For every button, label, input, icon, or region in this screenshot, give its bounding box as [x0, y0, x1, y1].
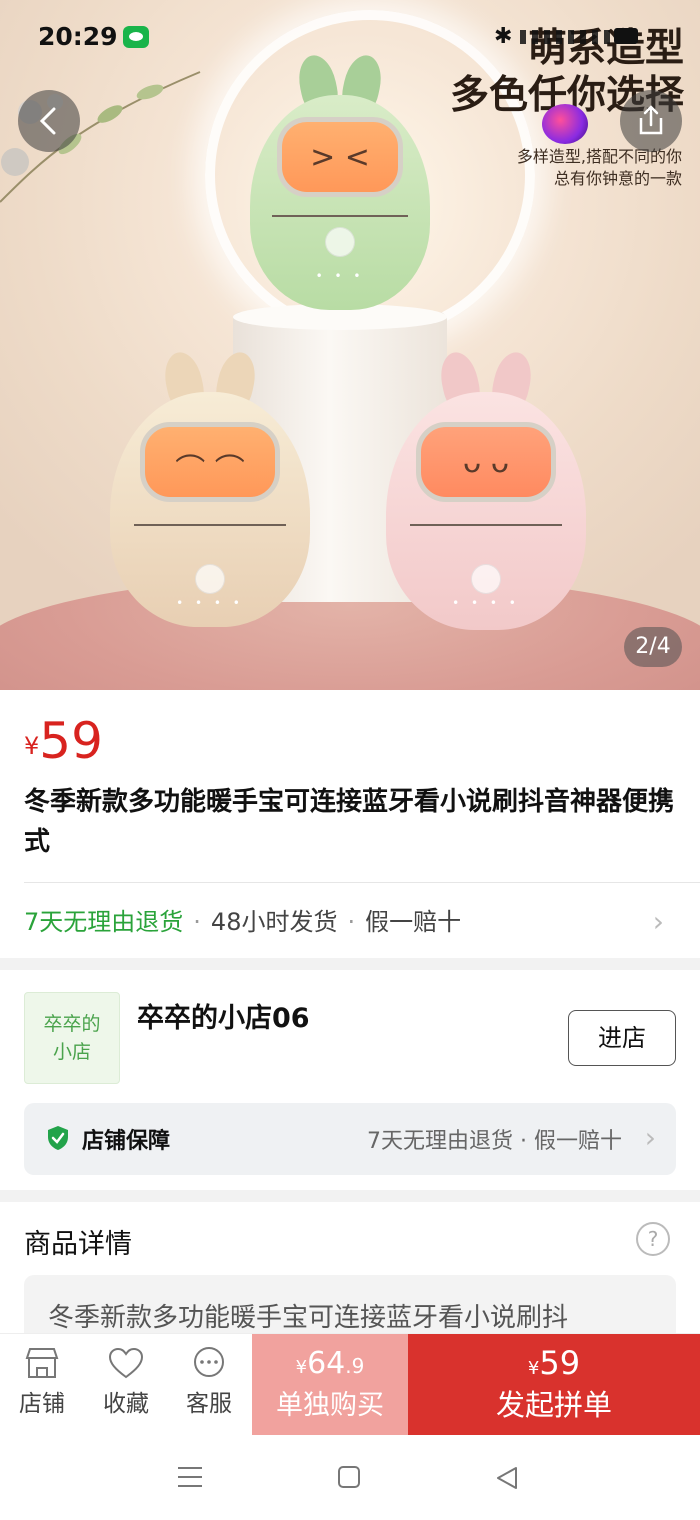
signal-icon: [520, 30, 610, 44]
section-gap: [0, 958, 700, 970]
store-name[interactable]: 卒卒的小店06: [137, 996, 310, 1035]
service-promise-row[interactable]: 7天无理由退货 · 48小时发货 · 假一赔十 ›: [24, 902, 684, 942]
enter-store-button[interactable]: 进店: [568, 1010, 676, 1066]
price-value: 59: [39, 712, 103, 770]
store-logo-line-2: 小店: [52, 1041, 91, 1063]
store-guarantee-row[interactable]: 店铺保障 7天无理由退货 · 假一赔十 ›: [24, 1103, 676, 1175]
section-gap: [0, 1190, 700, 1202]
service-tab-label: 客服: [186, 1391, 232, 1417]
detail-preview-text: 冬季新款多功能暖手宝可连接蓝牙看小说刷抖: [48, 1303, 569, 1333]
shield-check-icon: [48, 1126, 68, 1150]
buy-alone-label: 单独购买: [276, 1390, 384, 1421]
promise-shipping: 48小时发货: [210, 908, 338, 936]
chat-bubble-icon: [194, 1347, 224, 1377]
promise-return: 7天无理由退货: [24, 908, 184, 936]
service-tab-button[interactable]: 客服: [169, 1346, 249, 1418]
group-buy-label: 发起拼单: [495, 1388, 612, 1422]
bottom-action-bar: 店铺 收藏 客服 ¥64.9 单独购买 ¥59 发起拼单: [0, 1333, 700, 1436]
home-square-icon[interactable]: [337, 1465, 361, 1489]
promise-authentic: 假一赔十: [365, 908, 462, 936]
store-logo-line-1: 卒卒的: [43, 1013, 101, 1035]
menu-icon[interactable]: [176, 1465, 204, 1489]
price-currency: ¥: [24, 732, 40, 760]
store-tab-button[interactable]: 店铺: [2, 1346, 82, 1418]
image-page-indicator: 2/4: [624, 627, 682, 667]
system-navigation-bar: [0, 1435, 700, 1520]
help-icon[interactable]: ?: [636, 1222, 670, 1256]
mini-app-icon[interactable]: [542, 104, 588, 144]
back-triangle-icon[interactable]: [494, 1465, 520, 1491]
chevron-left-icon: [39, 107, 56, 135]
store-tab-label: 店铺: [19, 1391, 65, 1417]
hand-warmer-beige: ⌒ ⌒ • • • •: [110, 348, 310, 627]
chevron-right-icon: ›: [644, 1121, 656, 1154]
status-bar: 20:29 ✱: [0, 0, 700, 72]
favorite-tab-button[interactable]: 收藏: [86, 1346, 166, 1418]
guarantee-text: 7天无理由退货 · 假一赔十: [367, 1129, 622, 1154]
buy-alone-button[interactable]: ¥64.9 单独购买: [252, 1334, 408, 1436]
share-button[interactable]: [620, 90, 682, 152]
product-detail-title: 商品详情: [24, 1229, 132, 1260]
status-time: 20:29: [38, 22, 118, 51]
group-buy-button[interactable]: ¥59 发起拼单: [408, 1334, 700, 1436]
guarantee-title: 店铺保障: [82, 1129, 171, 1154]
back-button[interactable]: [18, 90, 80, 152]
hero-sub-line-2: 总有你钟意的一款: [553, 169, 682, 188]
wechat-notification-icon: [123, 26, 149, 48]
group-price: ¥59: [527, 1344, 581, 1382]
favorite-tab-label: 收藏: [103, 1391, 149, 1417]
chevron-right-icon: ›: [652, 905, 664, 938]
hero-subheadline: 多样造型,搭配不同的你 总有你钟意的一款: [517, 146, 682, 190]
product-image-carousel[interactable]: > < • • • ⌒ ⌒ • • • • ᴗ ᴗ • • • • 萌系造型 多…: [0, 0, 700, 690]
divider: [24, 882, 700, 883]
product-title: 冬季新款多功能暖手宝可连接蓝牙看小说刷抖音神器便携式: [24, 787, 675, 857]
store-logo[interactable]: 卒卒的 小店: [24, 992, 120, 1084]
store-icon: [25, 1348, 59, 1378]
heart-icon: [108, 1347, 144, 1379]
battery-icon: [614, 28, 638, 44]
hand-warmer-pink: ᴗ ᴗ • • • •: [386, 348, 586, 630]
bluetooth-icon: ✱: [494, 24, 513, 49]
product-price: ¥59: [24, 712, 103, 770]
single-price: ¥64.9: [295, 1346, 365, 1381]
share-icon: [639, 105, 663, 135]
hand-warmer-green: > < • • •: [250, 51, 430, 310]
